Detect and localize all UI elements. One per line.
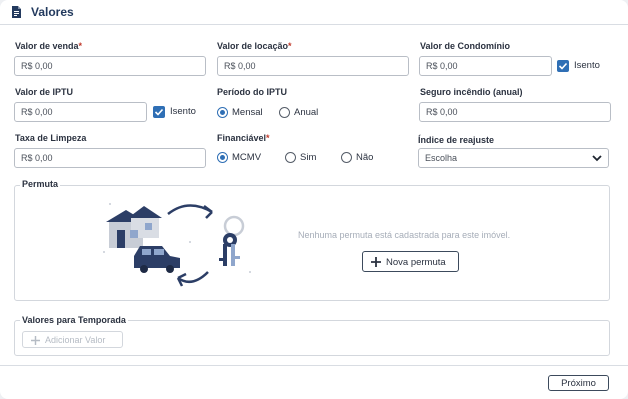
exchange-illustration	[103, 203, 251, 287]
seguro-incendio-label: Seguro incêndio (anual)	[420, 87, 523, 97]
periodo-anual-radio[interactable]	[279, 107, 290, 118]
card-header: Valores	[0, 0, 628, 25]
periodo-anual-label: Anual	[294, 107, 319, 118]
financiavel-nao-radio[interactable]	[341, 152, 352, 163]
check-icon	[558, 62, 568, 70]
iptu-isento-label: Isento	[170, 106, 196, 117]
seguro-incendio-input[interactable]: R$ 0,00	[419, 102, 611, 122]
plus-icon	[371, 257, 381, 267]
proximo-button[interactable]: Próximo	[548, 375, 609, 391]
periodo-mensal-radio[interactable]	[217, 107, 228, 118]
periodo-mensal-label: Mensal	[232, 107, 263, 118]
financiavel-label: Financiável*	[217, 133, 270, 143]
nova-permuta-label: Nova permuta	[386, 257, 446, 268]
financiavel-mcmv-label: MCMV	[232, 152, 262, 163]
valor-iptu-label: Valor de IPTU	[15, 87, 74, 97]
taxa-limpeza-label: Taxa de Limpeza	[15, 133, 87, 143]
page-title: Valores	[31, 5, 74, 19]
valor-iptu-input[interactable]: R$ 0,00	[14, 102, 147, 122]
required-marker: *	[266, 133, 270, 143]
temporada-legend: Valores para Temporada	[20, 315, 128, 325]
condominio-isento-label: Isento	[574, 60, 600, 71]
valores-card: Valores Valor de venda* R$ 0,00 Valor de…	[0, 0, 628, 399]
permuta-empty-message: Nenhuma permuta está cadastrada para est…	[298, 230, 511, 240]
condominio-isento-checkbox[interactable]	[557, 60, 569, 72]
indice-reajuste-label: Índice de reajuste	[418, 135, 495, 145]
taxa-limpeza-input[interactable]: R$ 0,00	[14, 148, 206, 168]
iptu-isento-checkbox[interactable]	[153, 106, 165, 118]
financiavel-nao-label: Não	[356, 152, 374, 163]
check-icon	[154, 108, 164, 116]
chevron-down-icon	[592, 155, 602, 162]
indice-reajuste-value: Escolha	[425, 153, 458, 163]
document-icon	[12, 6, 21, 18]
house-icon	[106, 206, 162, 248]
valor-locacao-label: Valor de locação*	[217, 41, 292, 51]
valor-venda-label: Valor de venda*	[15, 41, 83, 51]
required-marker: *	[288, 41, 292, 51]
valor-condominio-label: Valor de Condomínio	[420, 41, 511, 51]
adicionar-valor-button[interactable]: Adicionar Valor	[22, 331, 123, 348]
valor-locacao-input[interactable]: R$ 0,00	[217, 56, 409, 76]
valor-condominio-input[interactable]: R$ 0,00	[419, 56, 552, 76]
card-footer	[0, 365, 628, 399]
indice-reajuste-select[interactable]: Escolha	[418, 148, 609, 168]
car-icon	[134, 246, 180, 273]
proximo-label: Próximo	[561, 378, 596, 389]
financiavel-sim-radio[interactable]	[285, 152, 296, 163]
nova-permuta-button[interactable]: Nova permuta	[362, 251, 459, 272]
valor-venda-input[interactable]: R$ 0,00	[14, 56, 206, 76]
plus-icon	[31, 336, 40, 345]
required-marker: *	[78, 41, 83, 51]
financiavel-sim-label: Sim	[300, 152, 317, 163]
permuta-legend: Permuta	[20, 179, 61, 189]
financiavel-mcmv-radio[interactable]	[217, 152, 228, 163]
periodo-iptu-label: Período do IPTU	[217, 87, 288, 97]
keys-icon	[219, 215, 245, 266]
adicionar-valor-label: Adicionar Valor	[45, 335, 106, 345]
